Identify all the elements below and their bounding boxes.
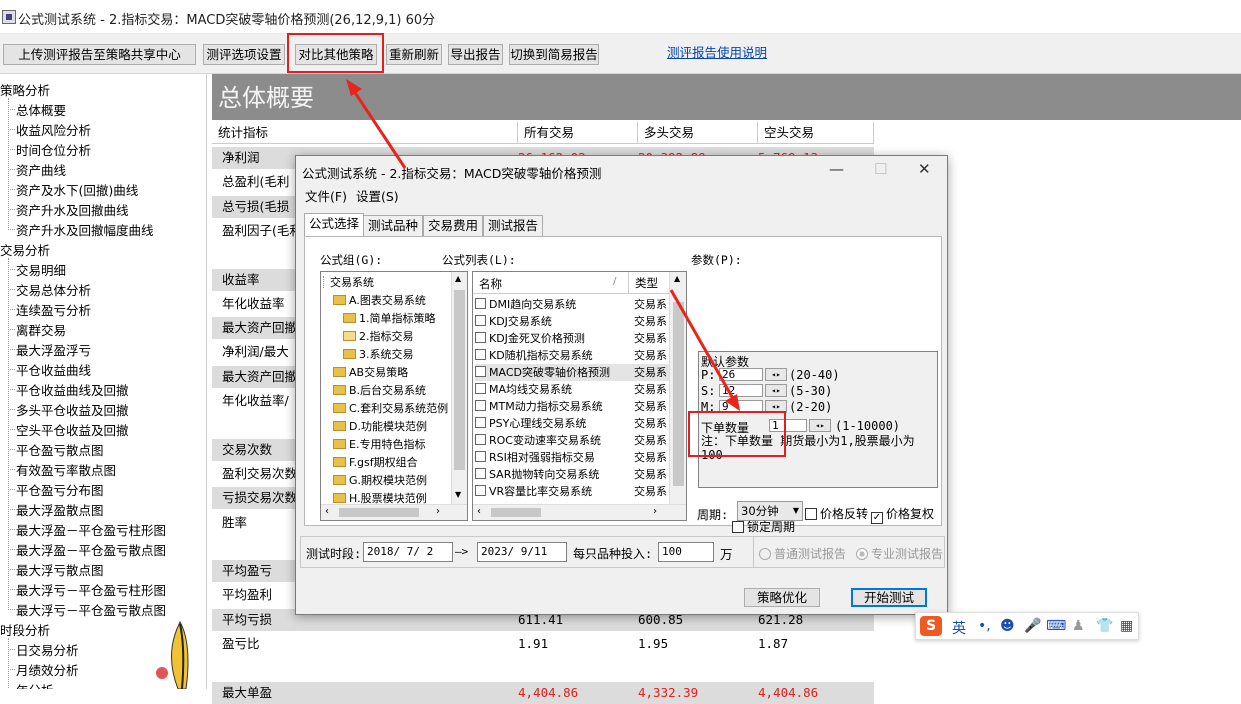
ime-toolbar[interactable]: S 英 •, ☻ 🎤 ⌨ ♟ 👕 ▦ <box>915 612 1139 640</box>
ime-lang[interactable]: 英 <box>952 618 966 638</box>
decor-shape <box>171 620 189 689</box>
punctuation-icon[interactable]: •, <box>978 618 991 634</box>
keyboard-icon[interactable]: ⌨ <box>1046 618 1066 634</box>
decor-ornament <box>156 620 189 689</box>
emoji-icon[interactable]: ☻ <box>1000 618 1015 634</box>
menu-grid-icon[interactable]: ▦ <box>1120 618 1133 634</box>
user-icon[interactable]: ♟ <box>1072 618 1085 634</box>
decor-dot <box>156 667 168 679</box>
skin-icon[interactable]: 👕 <box>1096 618 1113 634</box>
arrow-head <box>346 79 362 96</box>
annotation-arrows <box>346 79 740 411</box>
arrow-line <box>350 87 407 169</box>
arrow-line <box>669 289 737 403</box>
ime-logo[interactable]: S <box>920 616 942 636</box>
microphone-icon[interactable]: 🎤 <box>1024 618 1041 634</box>
